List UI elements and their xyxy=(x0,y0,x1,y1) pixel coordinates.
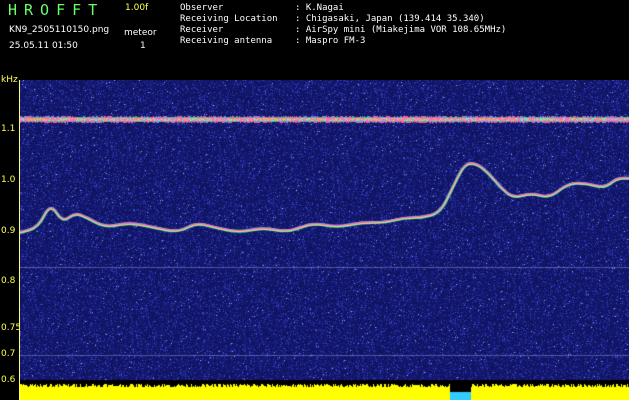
info-location: Receiving Location : Chigasaki, Japan (13… xyxy=(180,14,485,24)
hrofft-window: HROFFT 1.00f KN9_2505110150.png meteor 2… xyxy=(0,0,629,400)
info-receiver: Receiver : AirSpy mini (Miakejima VOR 108… xyxy=(180,25,506,35)
observer-value: : K.Nagai xyxy=(295,3,344,13)
y-tick-label: 1.1 xyxy=(1,124,16,134)
image-filename: KN9_2505110150.png xyxy=(9,25,110,35)
y-tick-label: 0.8 xyxy=(1,276,16,286)
receiver-label: Receiver xyxy=(180,25,224,35)
app-title: HROFFT xyxy=(8,1,105,19)
meteor-label: meteor xyxy=(124,28,157,38)
y-tick-label: 0.9 xyxy=(1,226,16,236)
y-tick-label: 1.0 xyxy=(1,175,16,185)
y-tick-label: 0.6 xyxy=(1,375,16,385)
y-tick-label: 0.7 xyxy=(1,349,16,359)
info-antenna: Receiving antenna : Maspro FM-3 xyxy=(180,36,365,46)
y-axis-unit: kHz xyxy=(1,75,18,85)
location-value: : Chigasaki, Japan (139.414 35.340) xyxy=(295,14,485,24)
antenna-label: Receiving antenna xyxy=(180,36,273,46)
app-version: 1.00f xyxy=(125,3,149,13)
observer-label: Observer xyxy=(180,3,224,13)
receiver-value: : AirSpy mini (Miakejima VOR 108.65MHz) xyxy=(295,25,507,35)
spectrogram xyxy=(20,80,629,400)
capture-datetime: 25.05.11 01:50 xyxy=(9,41,78,51)
info-observer: Observer : K.Nagai xyxy=(180,3,344,13)
location-label: Receiving Location xyxy=(180,14,278,24)
meteor-count: 1 xyxy=(140,41,146,51)
antenna-value: : Maspro FM-3 xyxy=(295,36,366,46)
